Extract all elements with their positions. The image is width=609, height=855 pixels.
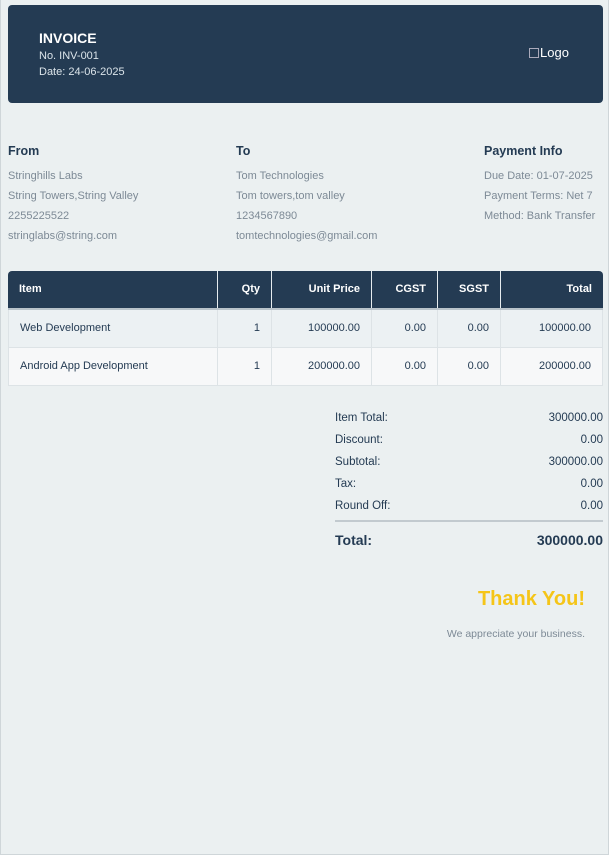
cell-unit-price: 200000.00 [272,348,372,385]
from-heading: From [8,144,40,158]
grand-total-value: 300000.00 [536,532,603,548]
cell-cgst: 0.00 [372,310,438,347]
invoice-date: Date: 24-06-2025 [39,66,125,78]
cell-qty: 1 [218,310,272,347]
header-cgst: CGST [372,271,438,308]
to-heading: To [236,144,251,158]
from-email: stringlabs@string.com [8,230,117,242]
header-sgst: SGST [438,271,501,308]
from-company: Stringhills Labs [8,170,83,182]
invoice-number: No. INV-001 [39,50,99,62]
cell-unit-price: 100000.00 [272,310,372,347]
cell-total: 200000.00 [501,348,603,385]
grand-total-label: Total: [335,532,373,548]
payment-due-date: Due Date: 01-07-2025 [484,170,593,182]
header-unit-price: Unit Price [272,271,372,308]
cell-qty: 1 [218,348,272,385]
cell-sgst: 0.00 [438,348,501,385]
subtotal-label: Subtotal: [335,456,381,468]
broken-image-icon [529,47,539,58]
payment-method: Method: Bank Transfer [484,210,596,222]
discount-value: 0.00 [580,434,603,446]
header-qty: Qty [218,271,272,308]
appreciation-note: We appreciate your business. [446,628,585,640]
cell-cgst: 0.00 [372,348,438,385]
to-email: tomtechnologies@gmail.com [236,230,378,242]
from-phone: 2255225522 [8,210,70,222]
to-section: To Tom Technologies Tom towers,tom valle… [236,144,377,246]
header-total: Total [566,283,592,295]
payment-heading: Payment Info [484,144,563,158]
item-total-row: Item Total: 300000.00 [335,407,603,429]
header-item: Item [8,271,218,308]
discount-label: Discount: [335,434,383,446]
payment-terms: Payment Terms: Net 7 [484,190,593,202]
tax-label: Tax: [335,478,357,490]
cell-total: 100000.00 [501,310,603,347]
tax-row: Tax: 0.00 [335,473,603,495]
round-off-row: Round Off: 0.00 [335,495,603,517]
totals-divider [335,520,603,522]
item-total-value: 300000.00 [548,412,603,424]
logo-image: Logo [529,45,569,60]
subtotal-value: 300000.00 [548,456,603,468]
from-address: String Towers,String Valley [8,190,139,202]
cell-sgst: 0.00 [438,310,501,347]
table-row: Android App Development 1 200000.00 0.00… [8,348,603,386]
cell-item: Web Development [8,310,218,347]
to-phone: 1234567890 [236,210,298,222]
item-total-label: Item Total: [335,412,388,424]
tax-value: 0.00 [580,478,603,490]
invoice-header: INVOICE No. INV-001 Date: 24-06-2025 Log… [8,5,603,103]
subtotal-row: Subtotal: 300000.00 [335,451,603,473]
round-off-value: 0.00 [580,500,603,512]
payment-section: Payment Info Due Date: 01-07-2025 Paymen… [484,144,595,226]
table-header: Item Qty Unit Price CGST SGST Total [8,271,603,310]
round-off-label: Round Off: [335,500,391,512]
items-table: Item Qty Unit Price CGST SGST Total Web … [8,271,603,386]
table-row: Web Development 1 100000.00 0.00 0.00 10… [8,310,603,348]
to-company: Tom Technologies [236,170,324,182]
grand-total-row: Total: 300000.00 [335,528,603,552]
totals-summary: Item Total: 300000.00 Discount: 0.00 Sub… [335,407,603,552]
invoice-title: INVOICE [39,30,97,46]
discount-row: Discount: 0.00 [335,429,603,451]
invoice-page: INVOICE No. INV-001 Date: 24-06-2025 Log… [0,0,609,855]
thank-you-message: Thank You! [477,588,585,610]
to-address: Tom towers,tom valley [236,190,345,202]
from-section: From Stringhills Labs String Towers,Stri… [8,144,138,246]
logo-alt-text: Logo [540,45,569,60]
cell-item: Android App Development [8,348,218,385]
